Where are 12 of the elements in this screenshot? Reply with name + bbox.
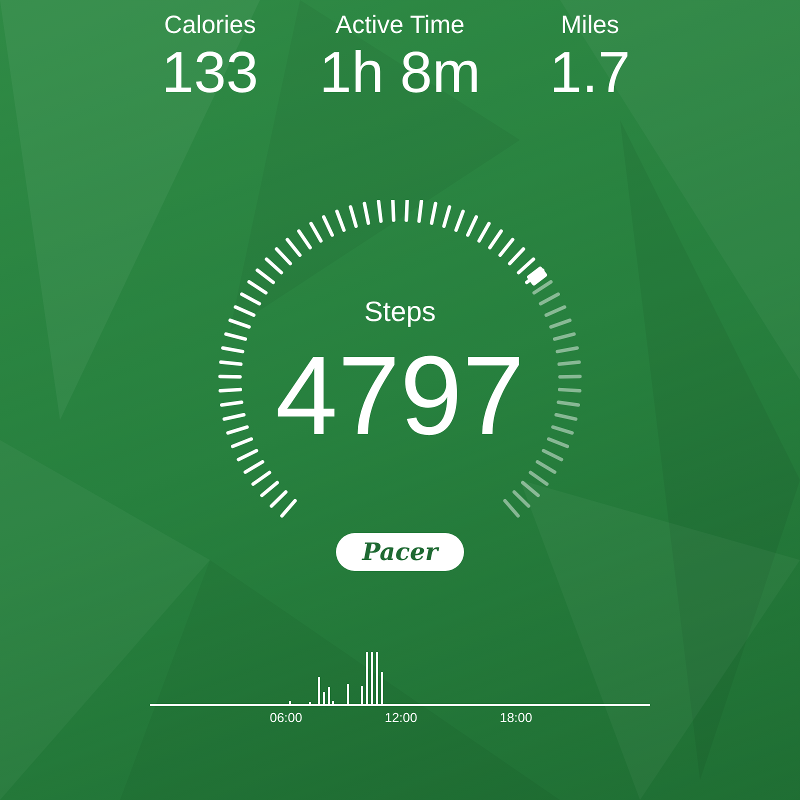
time-label: 12:00 — [384, 710, 418, 725]
stat-label: Calories — [164, 10, 256, 40]
logo: Pacer — [336, 533, 464, 571]
time-label: 06:00 — [270, 710, 302, 725]
steps-count: 4797 — [275, 340, 525, 452]
stat-label: Active Time — [335, 10, 465, 40]
steps-label: Steps — [364, 296, 436, 328]
stat-value: 133 — [162, 40, 258, 106]
stat-label: Miles — [560, 10, 620, 40]
time-label: 18:00 — [500, 710, 532, 725]
stat-value: 1h 8m — [319, 40, 481, 106]
stat-value: 1.7 — [550, 40, 630, 106]
